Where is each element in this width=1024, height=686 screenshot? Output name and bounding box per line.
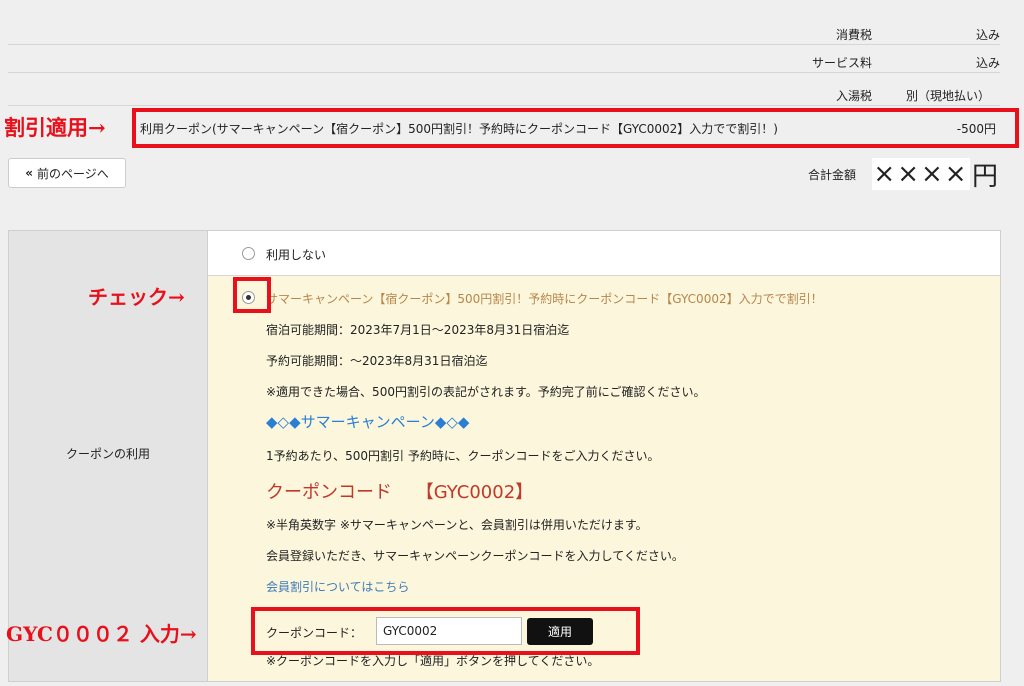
- highlight-box-input: [251, 607, 640, 655]
- bath-tax-value: 別（現地払い）: [905, 89, 990, 103]
- radio-no-coupon[interactable]: [242, 247, 255, 260]
- bath-tax-label: 入湯税: [835, 89, 872, 103]
- campaign-heading: ◆◇◆サマーキャンペーン◆◇◆: [266, 413, 470, 431]
- coupon-code-heading: クーポンコード 【GYC0002】: [266, 482, 534, 503]
- prev-page-button[interactable]: « 前のページへ: [8, 158, 126, 188]
- apply-note: ※適用できた場合、500円割引の表記がされます。予約完了前にご確認ください。: [266, 385, 706, 399]
- bath-tax-row: 入湯税 別（現地払い）: [8, 79, 1000, 106]
- service-row: サービス料 込み: [8, 46, 1000, 73]
- highlight-box-check: [233, 277, 271, 313]
- booking-period: 予約可能期間：〜2023年8月31日宿泊迄: [266, 354, 488, 368]
- stay-period: 宿泊可能期間：2023年7月1日〜2023年8月31日宿泊迄: [266, 323, 570, 337]
- coupon-title: サマーキャンペーン【宿クーポン】500円割引！予約時にクーポンコード【GYC00…: [266, 292, 823, 306]
- tax-row: 消費税 込み: [8, 18, 1000, 45]
- coupon-usage-label: クーポンの利用: [65, 447, 150, 461]
- halfwidth-note: ※半角英数字 ※サマーキャンペーンと、会員割引は併用いただけます。: [266, 518, 648, 532]
- total-label: 合計金額: [808, 168, 857, 182]
- total-unit: 円: [972, 162, 999, 192]
- member-note: 会員登録いただき、サマーキャンペーンクーポンコードを入力してください。: [266, 549, 684, 563]
- annotation-discount: 割引適用→: [4, 115, 106, 140]
- service-label: サービス料: [811, 56, 872, 70]
- annotation-check: チェック→: [88, 285, 185, 309]
- double-chevron-left-icon: «: [25, 166, 33, 180]
- option-no-coupon-label: 利用しない: [266, 248, 327, 262]
- service-value: 込み: [975, 56, 1000, 70]
- highlight-box-discount: [132, 108, 1019, 148]
- per-booking-note: 1予約あたり、500円割引 予約時に、クーポンコードをご入力ください。: [266, 449, 660, 463]
- tax-value: 込み: [975, 28, 1000, 42]
- annotation-input: GYC０００２ 入力→: [6, 622, 197, 646]
- tax-label: 消費税: [835, 28, 872, 42]
- prev-page-label: 前のページへ: [37, 166, 109, 181]
- option-no-coupon[interactable]: 利用しない: [208, 231, 1000, 276]
- member-discount-link[interactable]: 会員割引についてはこちら: [266, 578, 409, 595]
- total-value: ××××: [872, 158, 970, 190]
